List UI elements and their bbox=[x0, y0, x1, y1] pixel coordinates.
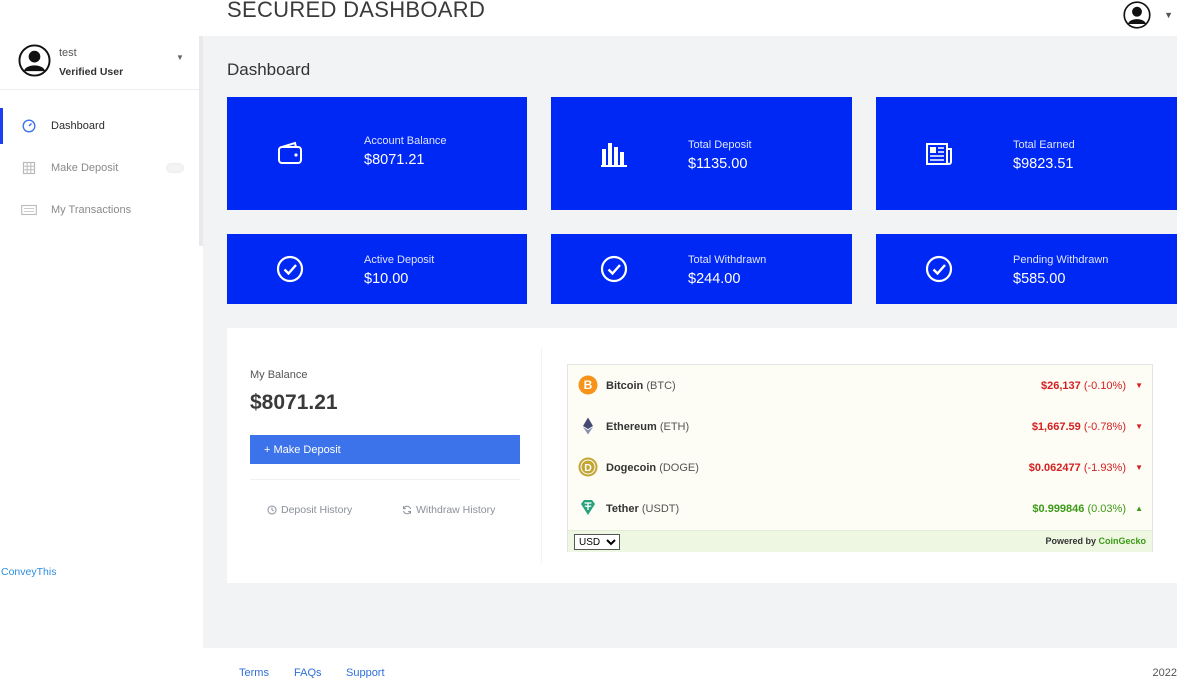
sidebar-item-make-deposit[interactable]: Make Deposit bbox=[0, 150, 199, 186]
sidebar-item-label: Make Deposit bbox=[51, 162, 119, 174]
ticker-row-ethereum[interactable]: Ethereum (ETH) $1,667.59 (-0.78%) ▼ bbox=[568, 406, 1152, 447]
powered-by: Powered by CoinGecko bbox=[1045, 536, 1146, 546]
avatar bbox=[18, 44, 51, 77]
footer-link-terms[interactable]: Terms bbox=[239, 667, 269, 678]
chevron-down-icon[interactable]: ▼ bbox=[1164, 10, 1173, 20]
card-value: $10.00 bbox=[364, 271, 409, 287]
wallet-icon bbox=[278, 141, 302, 164]
card-total-earned: Total Earned $9823.51 bbox=[876, 97, 1177, 210]
card-account-balance: Account Balance $8071.21 bbox=[227, 97, 527, 210]
coin-name: Ethereum (ETH) bbox=[606, 420, 690, 433]
refresh-icon bbox=[403, 505, 411, 515]
card-label: Pending Withdrawn bbox=[1013, 254, 1109, 266]
caret-down-icon: ▼ bbox=[1135, 381, 1143, 390]
coin-price: $0.062477 (-1.93%) bbox=[1028, 461, 1126, 474]
card-value: $1135.00 bbox=[688, 156, 748, 172]
dogecoin-icon: D bbox=[578, 457, 598, 477]
chevron-down-icon[interactable]: ▼ bbox=[176, 53, 184, 62]
card-label: Account Balance bbox=[364, 135, 447, 147]
panel-separator bbox=[541, 348, 542, 563]
card-value: $8071.21 bbox=[364, 152, 425, 168]
card-total-deposit: Total Deposit $1135.00 bbox=[551, 97, 852, 210]
footer-link-faqs[interactable]: FAQs bbox=[294, 667, 322, 678]
divider bbox=[250, 479, 520, 480]
withdraw-history-label: Withdraw History bbox=[416, 504, 496, 516]
bitcoin-icon: B bbox=[578, 375, 598, 395]
caret-up-icon: ▲ bbox=[1135, 504, 1143, 513]
gauge-icon bbox=[21, 118, 37, 134]
sidebar-item-label: My Transactions bbox=[51, 204, 132, 216]
deposit-history-label: Deposit History bbox=[281, 504, 353, 516]
clock-icon bbox=[267, 505, 277, 515]
balance-value: $8071.21 bbox=[250, 391, 338, 414]
check-circle-icon bbox=[925, 255, 953, 283]
svg-text:B: B bbox=[584, 378, 593, 392]
withdraw-history-link[interactable]: Withdraw History bbox=[402, 504, 495, 516]
newspaper-icon bbox=[926, 143, 952, 165]
ticker-footer: USD Powered by CoinGecko bbox=[568, 530, 1152, 552]
coin-name: Dogecoin (DOGE) bbox=[606, 461, 699, 474]
card-label: Total Withdrawn bbox=[688, 254, 767, 266]
sidebar-item-label: Dashboard bbox=[51, 120, 105, 132]
user-menu[interactable]: test Verified User ▼ bbox=[0, 36, 199, 90]
ticker-row-bitcoin[interactable]: B Bitcoin (BTC) $26,137 (-0.10%) ▼ bbox=[568, 365, 1152, 406]
balance-panel: My Balance $8071.21 + Make Deposit Depos… bbox=[227, 328, 1177, 583]
coin-price: $26,137 (-0.10%) bbox=[1040, 379, 1126, 392]
coin-price: $1,667.59 (-0.78%) bbox=[1031, 420, 1126, 433]
balance-label: My Balance bbox=[250, 369, 308, 381]
coingecko-link[interactable]: CoinGecko bbox=[1098, 536, 1146, 546]
card-label: Total Deposit bbox=[688, 139, 752, 151]
keyboard-icon bbox=[21, 202, 37, 218]
conveythis-link[interactable]: ConveyThis bbox=[1, 566, 56, 578]
card-label: Total Earned bbox=[1013, 139, 1075, 151]
deposit-history-link[interactable]: Deposit History bbox=[267, 504, 352, 516]
user-role: Verified User bbox=[59, 66, 124, 78]
sidebar-item-my-transactions[interactable]: My Transactions bbox=[0, 192, 199, 228]
card-total-withdrawn: Total Withdrawn $244.00 bbox=[551, 234, 852, 304]
sidebar: test Verified User ▼ Dashboard Make Depo… bbox=[0, 0, 203, 678]
grid-icon bbox=[21, 160, 37, 176]
card-label: Active Deposit bbox=[364, 254, 435, 266]
card-value: $244.00 bbox=[688, 271, 741, 287]
caret-down-icon: ▼ bbox=[1135, 422, 1143, 431]
check-circle-icon bbox=[600, 255, 628, 283]
card-value: $585.00 bbox=[1013, 271, 1066, 287]
ticker-row-dogecoin[interactable]: D Dogecoin (DOGE) $0.062477 (-1.93%) ▼ bbox=[568, 447, 1152, 488]
make-deposit-button[interactable]: + Make Deposit bbox=[250, 435, 520, 464]
coin-name: Bitcoin (BTC) bbox=[606, 379, 676, 392]
currency-select[interactable]: USD bbox=[574, 534, 620, 550]
copyright-year: 2022 bbox=[1152, 667, 1177, 678]
bar-chart-icon bbox=[601, 143, 627, 167]
footer: Terms FAQs Support 2022 bbox=[203, 648, 1177, 678]
crypto-ticker-widget: B Bitcoin (BTC) $26,137 (-0.10%) ▼ Ether… bbox=[567, 364, 1153, 552]
app-title: SECURED DASHBOARD bbox=[227, 0, 486, 22]
user-name: test bbox=[59, 47, 77, 59]
user-avatar-icon[interactable] bbox=[1123, 1, 1151, 29]
ethereum-icon bbox=[583, 417, 593, 435]
check-circle-icon bbox=[276, 255, 304, 283]
svg-text:D: D bbox=[584, 462, 592, 474]
tether-icon bbox=[581, 500, 595, 515]
page-title: Dashboard bbox=[227, 60, 311, 79]
sidebar-item-dashboard[interactable]: Dashboard bbox=[0, 108, 199, 144]
footer-link-support[interactable]: Support bbox=[346, 667, 385, 678]
coin-price: $0.999846 (0.03%) bbox=[1032, 502, 1126, 515]
ticker-row-tether[interactable]: Tether (USDT) $0.999846 (0.03%) ▲ bbox=[568, 488, 1152, 529]
caret-down-icon: ▼ bbox=[1135, 463, 1143, 472]
card-active-deposit: Active Deposit $10.00 bbox=[227, 234, 527, 304]
sidebar-scrollbar[interactable] bbox=[199, 36, 203, 246]
card-pending-withdrawn: Pending Withdrawn $585.00 bbox=[876, 234, 1177, 304]
coin-name: Tether (USDT) bbox=[606, 502, 680, 515]
top-bar: SECURED DASHBOARD ▼ bbox=[203, 0, 1177, 36]
toggle-pill bbox=[166, 163, 184, 173]
card-value: $9823.51 bbox=[1013, 156, 1074, 172]
